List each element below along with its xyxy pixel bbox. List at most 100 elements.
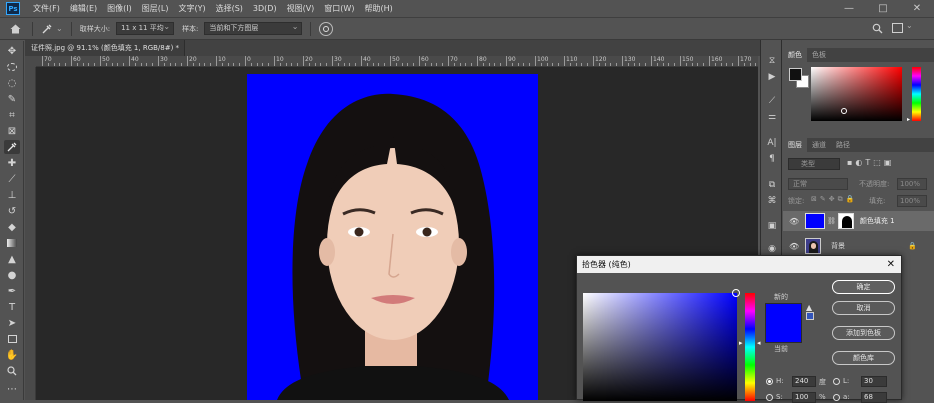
paragraph-panel-icon[interactable]: ¶ — [766, 153, 778, 165]
fill-field[interactable]: 100% — [897, 195, 927, 207]
hue-slider[interactable] — [912, 67, 921, 121]
web-safe-warning-icon[interactable] — [806, 312, 814, 320]
cancel-button[interactable]: 取消 — [832, 301, 895, 315]
minimize-button[interactable]: — — [832, 3, 866, 14]
l-field[interactable]: 30 — [861, 376, 887, 387]
menu-select[interactable]: 选择(S) — [211, 3, 248, 14]
properties-panel-icon[interactable]: ⧉ — [766, 179, 778, 191]
blend-mode-select[interactable]: 正常 — [788, 178, 848, 190]
hue-slider-pointer-icon[interactable]: ▸ — [907, 116, 910, 123]
s-field[interactable]: 100 — [792, 392, 816, 403]
horizontal-ruler[interactable]: 70 60 50 40 30 20 10 0 10 20 30 40 50 60 70 80 90 100 110 1… — [36, 56, 758, 67]
move-tool-icon[interactable]: ✥ — [4, 44, 20, 58]
pen-tool-icon[interactable]: ✒ — [4, 284, 20, 298]
sample-select[interactable]: 当前和下方图层 — [204, 21, 303, 35]
lasso-tool-icon[interactable]: ◌ — [4, 76, 20, 90]
layer-name[interactable]: 背景 — [831, 241, 845, 251]
eyedropper-tool-icon[interactable] — [41, 23, 53, 35]
ruler-tick — [372, 63, 374, 66]
camera-panel-icon[interactable]: ◉ — [766, 243, 778, 255]
tab-channels[interactable]: 通道 — [807, 138, 831, 152]
blur-tool-icon[interactable]: ▲ — [4, 252, 20, 266]
menu-window[interactable]: 窗口(W) — [319, 3, 359, 14]
lock-icons[interactable]: ⊠✎✥⧉🔒 — [811, 195, 857, 204]
layer-mask-thumbnail[interactable] — [837, 213, 854, 229]
menu-type[interactable]: 文字(Y) — [173, 3, 210, 14]
actions-panel-icon[interactable]: ▶ — [766, 71, 778, 83]
healing-brush-tool-icon[interactable]: ✚ — [4, 156, 20, 170]
workspace-icon[interactable] — [892, 23, 903, 33]
eyedropper-tool-icon[interactable] — [4, 140, 20, 154]
glyphs-panel-icon[interactable]: ⌘ — [766, 195, 778, 207]
layer-name[interactable]: 颜色填充 1 — [860, 216, 895, 226]
layer-row-background[interactable]: 👁 背景 🔒 — [783, 236, 934, 256]
brush-tool-icon[interactable]: ⟋ — [4, 172, 20, 186]
history-panel-icon[interactable]: ⧖ — [766, 55, 778, 67]
close-icon[interactable]: ✕ — [887, 256, 895, 273]
type-tool-icon[interactable]: T — [4, 300, 20, 314]
hue-right-arrow-icon[interactable]: ◂ — [757, 339, 761, 347]
hue-strip[interactable] — [745, 293, 755, 401]
sample-size-select[interactable]: 11 x 11 平均 — [116, 21, 175, 35]
layer-row-color-fill[interactable]: 👁 ⛓ 颜色填充 1 — [783, 211, 934, 231]
tab-layers[interactable]: 图层 — [783, 138, 807, 152]
opacity-field[interactable]: 100% — [897, 178, 927, 190]
vertical-ruler[interactable] — [25, 56, 36, 400]
libraries-panel-icon[interactable]: ▣ — [766, 220, 778, 232]
lightness-radio[interactable] — [833, 378, 840, 385]
h-field[interactable]: 240 — [792, 376, 816, 387]
ruler-origin[interactable] — [25, 56, 36, 67]
workspace-chevron-icon[interactable]: ⌄ — [906, 21, 913, 30]
tab-color[interactable]: 颜色 — [783, 48, 807, 62]
eraser-tool-icon[interactable]: ◆ — [4, 220, 20, 234]
menu-help[interactable]: 帮助(H) — [359, 3, 397, 14]
saturation-brightness-field[interactable] — [583, 289, 740, 401]
ruler-tick — [511, 63, 513, 66]
menu-image[interactable]: 图像(I) — [102, 3, 137, 14]
frame-tool-icon[interactable]: ⊠ — [4, 124, 20, 138]
marquee-tool-icon[interactable] — [4, 60, 20, 74]
adjustments-panel-icon[interactable]: ⚌ — [766, 111, 778, 123]
maximize-button[interactable]: □ — [866, 3, 900, 14]
search-icon[interactable] — [872, 23, 883, 36]
hue-radio[interactable] — [766, 378, 773, 385]
menu-layer[interactable]: 图层(L) — [137, 3, 174, 14]
layer-kind-filter[interactable]: 类型 — [788, 158, 840, 170]
menu-edit[interactable]: 编辑(E) — [65, 3, 102, 14]
path-selection-tool-icon[interactable]: ➤ — [4, 316, 20, 330]
home-icon[interactable] — [8, 24, 22, 34]
visibility-eye-icon[interactable]: 👁 — [789, 217, 799, 226]
color-field[interactable] — [811, 67, 902, 121]
character-panel-icon[interactable]: A| — [766, 137, 778, 149]
add-to-swatches-button[interactable]: 添加到色板 — [832, 326, 895, 340]
brush-settings-icon[interactable]: ⟋ — [766, 95, 778, 107]
hand-tool-icon[interactable]: ✋ — [4, 348, 20, 362]
rectangle-tool-icon[interactable] — [4, 332, 20, 346]
tool-preset-chevron-icon[interactable]: ⌄ — [56, 24, 63, 33]
menu-file[interactable]: 文件(F) — [28, 3, 65, 14]
layer-filter-icons[interactable]: ▪◐T⬚▣ — [847, 158, 894, 167]
visibility-eye-icon[interactable]: 👁 — [789, 242, 799, 251]
quick-selection-tool-icon[interactable]: ✎ — [4, 92, 20, 106]
portrait-photo[interactable] — [247, 74, 538, 400]
crop-tool-icon[interactable]: ⌗ — [4, 108, 20, 122]
out-of-gamut-warning-icon[interactable]: ▲ — [806, 303, 812, 312]
foreground-color-swatch-top[interactable] — [789, 68, 802, 81]
hue-left-arrow-icon[interactable]: ▸ — [739, 339, 743, 347]
tab-paths[interactable]: 路径 — [831, 138, 855, 152]
show-sampling-ring-icon[interactable] — [319, 21, 334, 36]
more-tools-icon[interactable]: ⋯ — [4, 382, 20, 396]
clone-stamp-tool-icon[interactable]: ⊥ — [4, 188, 20, 202]
color-libraries-button[interactable]: 颜色库 — [832, 351, 895, 365]
ok-button[interactable]: 确定 — [832, 280, 895, 294]
document-tab[interactable]: 证件照.jpg @ 91.1% (颜色填充 1, RGB/8#) * × — [25, 40, 185, 68]
zoom-tool-icon[interactable] — [4, 364, 20, 378]
close-window-button[interactable]: ✕ — [900, 3, 934, 14]
history-brush-tool-icon[interactable]: ↺ — [4, 204, 20, 218]
menu-3d[interactable]: 3D(D) — [248, 4, 282, 13]
gradient-tool-icon[interactable] — [4, 236, 20, 250]
a-field[interactable]: 68 — [861, 392, 887, 403]
tab-swatches[interactable]: 色板 — [807, 48, 831, 62]
dodge-tool-icon[interactable]: ● — [4, 268, 20, 282]
menu-view[interactable]: 视图(V) — [282, 3, 320, 14]
